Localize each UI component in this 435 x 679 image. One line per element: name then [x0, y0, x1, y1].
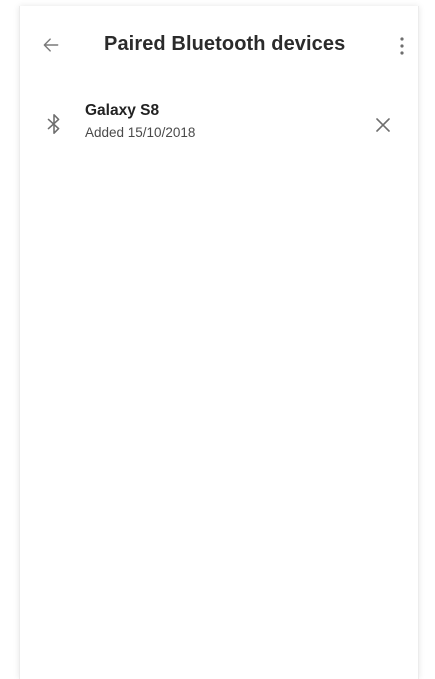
device-list-item[interactable]: Galaxy S8 Added 15/10/2018: [20, 98, 418, 158]
page-title: Paired Bluetooth devices: [104, 33, 346, 55]
screen: Paired Bluetooth devices Galaxy S8 Added…: [0, 0, 435, 679]
remove-device-button[interactable]: [372, 114, 394, 136]
arrow-back-icon: [43, 38, 59, 52]
top-app-bar: Paired Bluetooth devices: [20, 6, 418, 84]
bluetooth-icon: [44, 112, 64, 136]
app-window: Paired Bluetooth devices Galaxy S8 Added…: [19, 6, 419, 679]
more-options-button[interactable]: [392, 34, 412, 58]
device-added-date: Added 15/10/2018: [85, 125, 196, 140]
close-icon: [376, 118, 390, 132]
back-button[interactable]: [38, 32, 64, 58]
more-vert-icon: [400, 37, 404, 55]
device-name: Galaxy S8: [85, 102, 160, 119]
